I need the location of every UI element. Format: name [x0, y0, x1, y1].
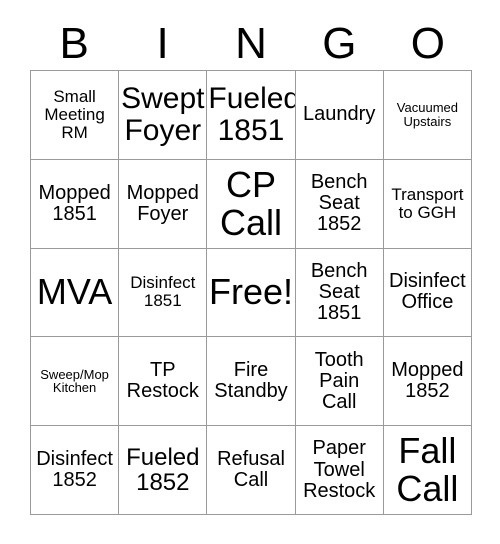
- bingo-cell[interactable]: TP Restock: [119, 337, 208, 427]
- bingo-cell[interactable]: Mopped 1851: [31, 159, 120, 249]
- bingo-cell[interactable]: CP Call: [207, 159, 296, 249]
- bingo-cell-label: Mopped 1852: [391, 359, 464, 403]
- bingo-cell[interactable]: Fire Standby: [207, 337, 296, 427]
- bingo-cell[interactable]: Fall Call: [383, 426, 472, 515]
- bingo-cell-label: Transport to GGH: [391, 184, 464, 222]
- bingo-cell[interactable]: Laundry: [295, 71, 384, 160]
- bingo-cell[interactable]: Disinfect 1852: [31, 426, 120, 515]
- bingo-grid: Small Meeting RM Swept Foyer Fueled 1851 La…: [30, 70, 472, 515]
- bingo-header-letter-g: G: [322, 19, 357, 68]
- bingo-cell-label: Tooth Pain Call: [314, 348, 364, 413]
- bingo-cell-label: TP Restock: [126, 359, 199, 403]
- bingo-header: B I N G O: [30, 18, 472, 70]
- bingo-cell-label: Swept Foyer: [121, 82, 205, 147]
- bingo-cell-label: Sweep/Mop Kitchen: [40, 366, 109, 396]
- bingo-cell-label: Disinfect 1851: [130, 273, 196, 311]
- bingo-cell-label: MVA: [36, 271, 113, 313]
- bingo-header-letter-i: I: [156, 19, 169, 68]
- bingo-card: B I N G O Small Meeting RM Swept Foyer Fue…: [0, 0, 500, 544]
- bingo-header-letter-b: B: [59, 19, 89, 68]
- bingo-cell[interactable]: Tooth Pain Call: [295, 337, 384, 427]
- bingo-cell[interactable]: Bench Seat 1852: [295, 159, 384, 249]
- bingo-cell-label: Mopped 1851: [38, 181, 111, 225]
- bingo-cell[interactable]: Mopped 1852: [383, 337, 472, 427]
- bingo-cell[interactable]: Disinfect Office: [383, 248, 472, 338]
- bingo-cell[interactable]: Sweep/Mop Kitchen: [31, 337, 120, 427]
- bingo-cell[interactable]: Paper Towel Restock: [295, 426, 384, 515]
- bingo-cell-label: Fall Call: [396, 429, 459, 510]
- bingo-cell-label: Bench Seat 1852: [310, 170, 368, 236]
- bingo-cell[interactable]: Refusal Call: [207, 426, 296, 515]
- bingo-cell[interactable]: Fueled 1852: [119, 426, 208, 515]
- bingo-cell-label: Small Meeting RM: [44, 86, 105, 142]
- bingo-header-letter-o: O: [410, 19, 445, 68]
- bingo-cell[interactable]: Free!: [207, 248, 296, 338]
- bingo-cell-label: Disinfect 1852: [36, 447, 113, 492]
- bingo-cell[interactable]: Disinfect 1851: [119, 248, 208, 338]
- bingo-cell-label: Free!: [208, 271, 293, 313]
- bingo-cell-label: Mopped Foyer: [126, 181, 199, 225]
- bingo-cell-label: Fire Standby: [214, 359, 288, 403]
- bingo-cell-label: Disinfect Office: [389, 270, 466, 314]
- bingo-cell-label: CP Call: [219, 163, 282, 243]
- bingo-cell[interactable]: Mopped Foyer: [119, 159, 208, 249]
- bingo-cell-label: Bench Seat 1851: [310, 259, 368, 325]
- bingo-cell[interactable]: Bench Seat 1851: [295, 248, 384, 338]
- bingo-cell[interactable]: MVA: [31, 248, 120, 338]
- bingo-cell-label: Fueled 1851: [208, 82, 296, 147]
- bingo-cell[interactable]: Transport to GGH: [383, 159, 472, 249]
- bingo-cell-label: Laundry: [303, 103, 376, 126]
- bingo-header-letter-n: N: [235, 19, 267, 68]
- bingo-cell[interactable]: Swept Foyer: [119, 71, 208, 160]
- bingo-cell-label: Fueled 1852: [126, 443, 200, 497]
- bingo-cell-label: Paper Towel Restock: [303, 437, 376, 502]
- bingo-cell[interactable]: Small Meeting RM: [31, 71, 120, 160]
- bingo-cell[interactable]: Vacuumed Upstairs: [383, 71, 472, 160]
- bingo-cell-label: Vacuumed Upstairs: [396, 100, 458, 129]
- bingo-cell-label: Refusal Call: [217, 447, 285, 492]
- bingo-cell[interactable]: Fueled 1851: [207, 71, 296, 160]
